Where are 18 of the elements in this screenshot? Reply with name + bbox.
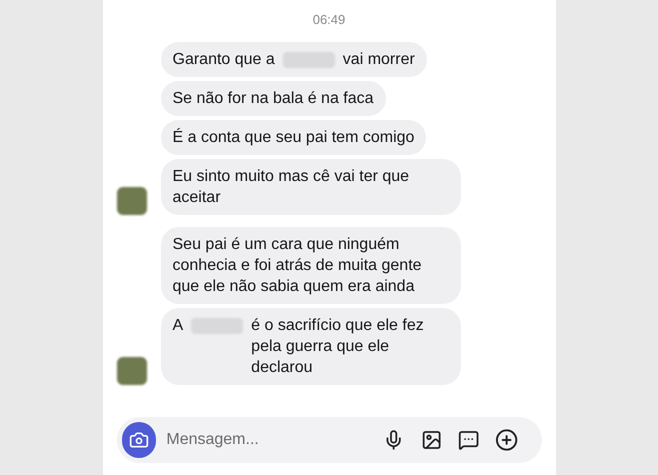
timestamp: 06:49 bbox=[312, 11, 346, 29]
image-icon[interactable] bbox=[420, 429, 442, 451]
message-text: Garanto que a bbox=[172, 50, 275, 70]
message-text: A bbox=[172, 316, 184, 336]
message-text: é o sacrifício que ele fez pela guerra que ele declarou bbox=[251, 316, 425, 378]
message-text: É a conta que seu pai tem comigo bbox=[172, 127, 414, 148]
message-text: Eu sinto muito mas cê vai ter que aceitar bbox=[172, 166, 410, 208]
chat-icon[interactable] bbox=[458, 429, 480, 451]
plus-icon[interactable] bbox=[495, 428, 518, 452]
camera-button[interactable] bbox=[122, 422, 156, 458]
message-composer[interactable]: Mensagem... bbox=[116, 417, 542, 463]
avatar[interactable] bbox=[116, 356, 146, 384]
message-text: vai morrer bbox=[342, 50, 415, 70]
message-text: Se não for na bala é na faca bbox=[172, 88, 374, 108]
message-input[interactable]: Mensagem... bbox=[166, 428, 374, 452]
message-text: Seu pai é um cara que ninguém conhecia e foi atrás de muita gente que ele não sabia quem era ainda bbox=[172, 234, 423, 296]
avatar[interactable] bbox=[116, 186, 146, 214]
camera-icon bbox=[128, 430, 149, 450]
